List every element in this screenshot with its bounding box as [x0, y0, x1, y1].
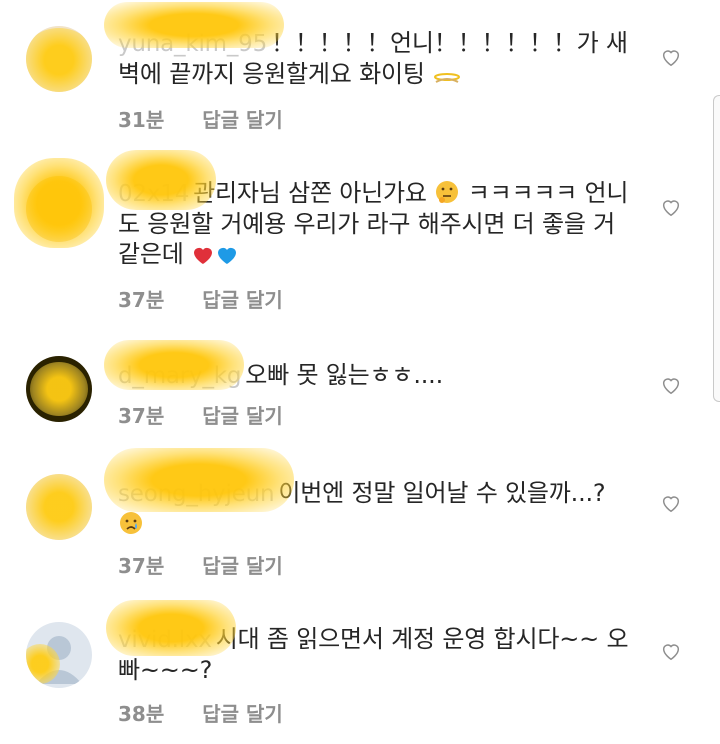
comment-time: 31분 [118, 108, 165, 132]
crying-face-emoji-icon [120, 512, 142, 534]
comment-username[interactable]: 02x14 [118, 181, 189, 207]
comment-meta: 37분 답글 달기 [118, 550, 283, 579]
comment-username[interactable]: d_mary_kg [118, 363, 241, 389]
comment-body: 오빠 못 잃는ㅎㅎ.... [245, 361, 444, 389]
heart-outline-icon[interactable] [660, 46, 682, 68]
comment-body: 이번엔 정말 일어날 수 있을까...? [278, 479, 606, 507]
comment-username[interactable]: vivid.lxx [118, 627, 212, 653]
comment-time: 38분 [118, 702, 165, 726]
red-heart-emoji-icon [194, 247, 213, 264]
heart-outline-icon[interactable] [660, 196, 682, 218]
comment-time: 37분 [118, 288, 165, 312]
reply-button[interactable]: 답글 달기 [202, 288, 283, 312]
comment-meta: 37분 답글 달기 [118, 284, 283, 313]
comment-meta: 31분 답글 달기 [118, 104, 283, 133]
comment-time: 37분 [118, 554, 165, 578]
comment-meta: 37분 답글 달기 [118, 400, 283, 429]
reply-button[interactable]: 답글 달기 [202, 108, 283, 132]
heart-outline-icon[interactable] [660, 374, 682, 396]
comment-body: 관리자님 삼쫀 아닌가요 [193, 179, 427, 207]
comment-text: d_mary_kg 오빠 못 잃는ㅎㅎ.... [118, 360, 636, 391]
heart-outline-icon[interactable] [660, 640, 682, 662]
angel-wing-emoji-icon [434, 73, 461, 83]
heart-outline-icon[interactable] [660, 492, 682, 514]
avatar[interactable] [26, 26, 92, 92]
comment-text: seong_hyjeun 이번엔 정말 일어날 수 있을까...? [118, 478, 636, 539]
comment-username[interactable]: yuna_kim_95 [118, 31, 267, 57]
comment-meta: 38분 답글 달기 [118, 698, 283, 727]
reply-button[interactable]: 답글 달기 [202, 554, 283, 578]
avatar[interactable] [26, 622, 92, 688]
blue-heart-emoji-icon [218, 247, 237, 264]
reply-button[interactable]: 답글 달기 [202, 404, 283, 428]
scrollbar[interactable] [713, 95, 720, 402]
thinking-face-emoji-icon [436, 181, 459, 203]
comment-text: yuna_kim_95 ！！！！！언니！！！！！！가 새벽에 끝까지 응원할게요 … [118, 28, 636, 89]
avatar[interactable] [26, 356, 92, 422]
comment-username[interactable]: seong_hyjeun [118, 481, 275, 507]
comment-time: 37분 [118, 404, 165, 428]
comment-text: 02x14 관리자님 삼쫀 아닌가요 ㅋㅋㅋㅋㅋ 언니도 응원할 거예용 우리가 … [118, 178, 636, 269]
avatar[interactable] [26, 176, 92, 242]
reply-button[interactable]: 답글 달기 [202, 702, 283, 726]
comment-text: vivid.lxx 시대 좀 읽으면서 계정 운영 합시다~~ 오빠~~~? [118, 624, 636, 685]
avatar[interactable] [26, 474, 92, 540]
